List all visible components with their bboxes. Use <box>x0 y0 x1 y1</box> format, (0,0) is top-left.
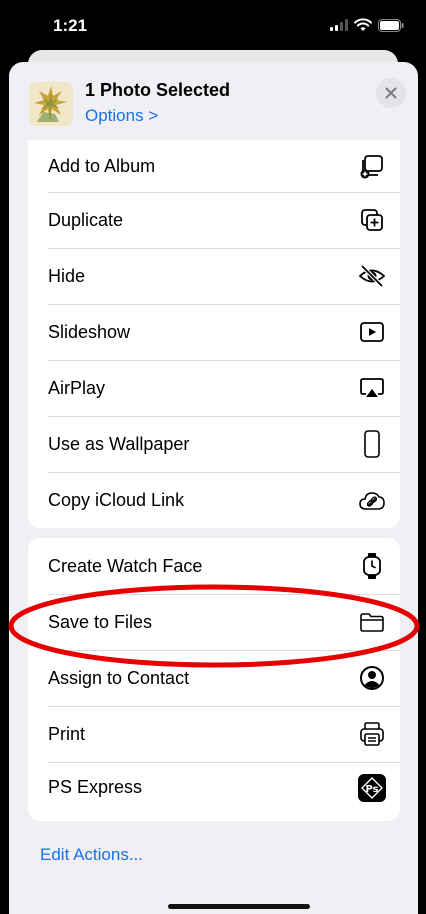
action-label: Add to Album <box>48 155 156 176</box>
folder-icon <box>358 608 386 636</box>
action-create-watch-face[interactable]: Create Watch Face <box>28 538 400 594</box>
action-label: Slideshow <box>48 321 131 342</box>
action-slideshow[interactable]: Slideshow <box>28 304 400 360</box>
status-bar: 1:21 <box>0 0 426 48</box>
close-icon <box>385 87 397 99</box>
action-save-to-files[interactable]: Save to Files <box>28 594 400 650</box>
actions-group-other: Create Watch Face Save to Files Assign t… <box>28 538 400 821</box>
home-indicator[interactable] <box>168 904 310 909</box>
edit-actions-link[interactable]: Edit Actions... <box>40 845 143 865</box>
action-label: Assign to Contact <box>48 667 190 688</box>
action-airplay[interactable]: AirPlay <box>28 360 400 416</box>
cellular-signal-icon <box>330 19 348 31</box>
link-icon <box>358 486 386 514</box>
wifi-icon <box>354 18 372 31</box>
action-label: AirPlay <box>48 377 106 398</box>
action-assign-to-contact[interactable]: Assign to Contact <box>28 650 400 706</box>
action-label: Use as Wallpaper <box>48 433 190 454</box>
printer-icon <box>358 720 386 748</box>
action-ps-express[interactable]: PS Express Ps <box>28 762 400 813</box>
duplicate-icon <box>358 206 386 234</box>
action-label: Hide <box>48 265 86 286</box>
sheet-title: 1 Photo Selected <box>85 80 231 100</box>
status-icons <box>330 18 404 32</box>
watch-icon <box>358 552 386 580</box>
eye-slash-icon <box>358 262 386 290</box>
share-sheet: 1 Photo Selected Options > Add to Album <box>9 62 418 914</box>
action-label: Save to Files <box>48 611 153 632</box>
action-label: Copy iCloud Link <box>48 489 185 510</box>
action-label: Create Watch Face <box>48 555 203 576</box>
close-button[interactable] <box>376 78 406 108</box>
action-add-to-album[interactable]: Add to Album <box>28 140 400 192</box>
action-print[interactable]: Print <box>28 706 400 762</box>
phone-screen: 1:21 1 Photo Selected Options > Add to A… <box>0 0 426 914</box>
action-copy-icloud-link[interactable]: Copy iCloud Link <box>28 472 400 528</box>
photo-thumbnail <box>29 82 73 126</box>
action-label: PS Express <box>48 777 143 797</box>
airplay-icon <box>358 374 386 402</box>
action-use-as-wallpaper[interactable]: Use as Wallpaper <box>28 416 400 472</box>
status-time: 1:21 <box>53 16 88 35</box>
battery-icon <box>378 18 404 32</box>
action-duplicate[interactable]: Duplicate <box>28 192 400 248</box>
person-circle-icon <box>358 664 386 692</box>
share-sheet-header: 1 Photo Selected Options > <box>9 62 418 140</box>
ps-express-app-icon: Ps <box>358 773 386 802</box>
phone-icon <box>358 430 386 458</box>
options-link[interactable]: Options > <box>85 106 158 126</box>
action-hide[interactable]: Hide <box>28 248 400 304</box>
add-to-album-icon <box>358 152 386 180</box>
action-label: Duplicate <box>48 209 124 230</box>
action-label: Print <box>48 723 86 744</box>
play-icon <box>358 318 386 346</box>
svg-text:Ps: Ps <box>365 784 378 795</box>
actions-group-photo: Add to Album Duplicate Hide Slideshow Ai… <box>28 140 400 528</box>
